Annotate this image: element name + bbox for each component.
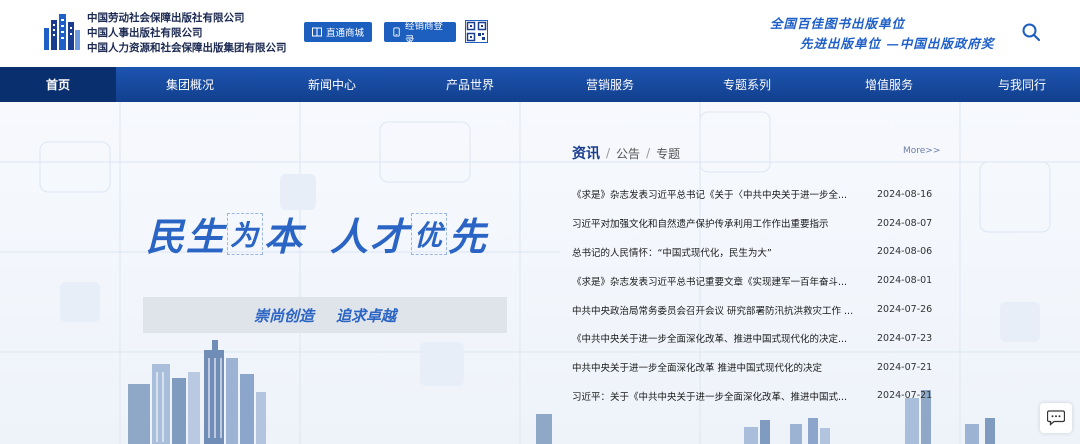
nav-label: 新闻中心 — [307, 78, 356, 92]
news-date: 2024-08-01 — [877, 275, 933, 287]
company-name-line-1: 中国劳动社会保障出版社有限公司 — [87, 12, 245, 24]
nav-label: 集团概况 — [165, 78, 214, 92]
dealer-login-button[interactable]: 经销商登录 — [384, 21, 456, 46]
news-title[interactable]: 总书记的人民情怀：“中国式现代化，民生为大” — [572, 245, 857, 259]
news-title[interactable]: 《求是》杂志发表习近平总书记《关于〈中共中央关于进一步全... — [572, 187, 857, 201]
news-item[interactable]: 《中共中央关于进一步全面深化改革、推进中国式现代化的决定... 2024-07-… — [572, 324, 932, 353]
news-item[interactable]: 《求是》杂志发表习近平总书记重要文章《实现建军一百年奋斗... 2024-08-… — [572, 266, 932, 295]
group-logo-icon[interactable] — [44, 14, 80, 50]
news-item[interactable]: 总书记的人民情怀：“中国式现代化，民生为大” 2024-08-06 — [572, 238, 932, 267]
nav-label: 专题系列 — [722, 78, 771, 92]
news-item[interactable]: 习近平对加强文化和自然遗产保护传承利用工作作出重要指示 2024-08-07 — [572, 209, 932, 238]
company-name-line-3: 中国人力资源和社会保障出版集团有限公司 — [87, 42, 287, 54]
news-title[interactable]: 习近平对加强文化和自然遗产保护传承利用工作作出重要指示 — [572, 216, 857, 230]
news-item[interactable]: 中共中央政治局常务委员会召开会议 研究部署防汛抗洪救灾工作 ... 2024-0… — [572, 295, 932, 324]
news-title[interactable]: 《中共中央关于进一步全面深化改革、推进中国式现代化的决定... — [572, 331, 857, 345]
nav-item-home[interactable]: 首页 — [0, 67, 116, 102]
nav-label: 与我同行 — [997, 78, 1046, 92]
nav-label: 产品世界 — [445, 78, 494, 92]
news-date: 2024-08-07 — [877, 217, 933, 229]
nav-label: 首页 — [45, 78, 70, 92]
news-title[interactable]: 《求是》杂志发表习近平总书记重要文章《实现建军一百年奋斗... — [572, 274, 857, 288]
news-item[interactable]: 《求是》杂志发表习近平总书记《关于〈中共中央关于进一步全... 2024-08-… — [572, 180, 932, 209]
more-link[interactable]: More>> — [903, 146, 940, 156]
nav-item-group-overview[interactable]: 集团概况 — [116, 67, 264, 102]
tab-separator: / — [606, 146, 611, 160]
news-date: 2024-07-23 — [877, 332, 933, 344]
company-names: 中国劳动社会保障出版社有限公司 中国人事出版社有限公司 中国人力资源和社会保障出… — [87, 11, 287, 56]
hero-banner: 民生 为 本 人才 优 先 崇尚创造 追求卓越 资讯 / 公告 / 专题 Mor… — [0, 102, 1080, 444]
phone-icon — [393, 27, 400, 37]
news-item[interactable]: 中共中央关于进一步全面深化改革 推进中国式现代化的决定 2024-07-21 — [572, 353, 932, 382]
chat-bubble-icon — [1047, 410, 1065, 426]
main-nav: 首页 集团概况 新闻中心 产品世界 营销服务 专题系列 增值服务 与我同行 — [0, 67, 1080, 102]
news-date: 2024-07-26 — [877, 304, 933, 316]
tab-topics[interactable]: 专题 — [656, 145, 680, 162]
mall-button-label: 直通商城 — [326, 28, 365, 39]
honor-slogan: 全国百佳图书出版单位 先进出版单位 —中国出版政府奖 — [770, 14, 994, 54]
dealer-login-label: 经销商登录 — [405, 21, 444, 46]
nav-item-news-center[interactable]: 新闻中心 — [264, 67, 400, 102]
news-date: 2024-07-21 — [877, 361, 933, 373]
qr-code-icon[interactable] — [465, 20, 488, 43]
nav-item-products[interactable]: 产品世界 — [400, 67, 540, 102]
tab-notice[interactable]: 公告 — [616, 145, 640, 162]
nav-item-marketing[interactable]: 营销服务 — [540, 67, 680, 102]
nav-item-value-added[interactable]: 增值服务 — [814, 67, 964, 102]
book-icon — [312, 27, 322, 37]
header: 中国劳动社会保障出版社有限公司 中国人事出版社有限公司 中国人力资源和社会保障出… — [0, 0, 1080, 67]
news-date: 2024-08-16 — [877, 188, 933, 200]
nav-item-join-us[interactable]: 与我同行 — [964, 67, 1080, 102]
nav-label: 营销服务 — [585, 78, 634, 92]
company-name-line-2: 中国人事出版社有限公司 — [87, 27, 203, 39]
news-title[interactable]: 中共中央关于进一步全面深化改革 推进中国式现代化的决定 — [572, 360, 857, 374]
tab-news[interactable]: 资讯 — [572, 143, 600, 163]
news-date: 2024-08-06 — [877, 246, 933, 258]
search-icon[interactable] — [1021, 22, 1041, 42]
chat-button[interactable] — [1040, 403, 1072, 433]
slogan-line-1: 全国百佳图书出版单位 — [770, 16, 906, 31]
news-item[interactable]: 习近平：关于《中共中央关于进一步全面深化改革、推进中国式... 2024-07-… — [572, 382, 932, 411]
news-tabs: 资讯 / 公告 / 专题 — [572, 143, 680, 163]
nav-label: 增值服务 — [864, 78, 913, 92]
slogan-line-2: 先进出版单位 —中国出版政府奖 — [800, 36, 995, 51]
mall-button[interactable]: 直通商城 — [304, 22, 372, 42]
news-list: 《求是》杂志发表习近平总书记《关于〈中共中央关于进一步全... 2024-08-… — [572, 180, 932, 410]
news-title[interactable]: 习近平：关于《中共中央关于进一步全面深化改革、推进中国式... — [572, 389, 857, 403]
news-date: 2024-07-21 — [877, 390, 933, 402]
nav-item-topics[interactable]: 专题系列 — [680, 67, 814, 102]
tab-separator: / — [646, 146, 651, 160]
news-title[interactable]: 中共中央政治局常务委员会召开会议 研究部署防汛抗洪救灾工作 ... — [572, 303, 857, 317]
